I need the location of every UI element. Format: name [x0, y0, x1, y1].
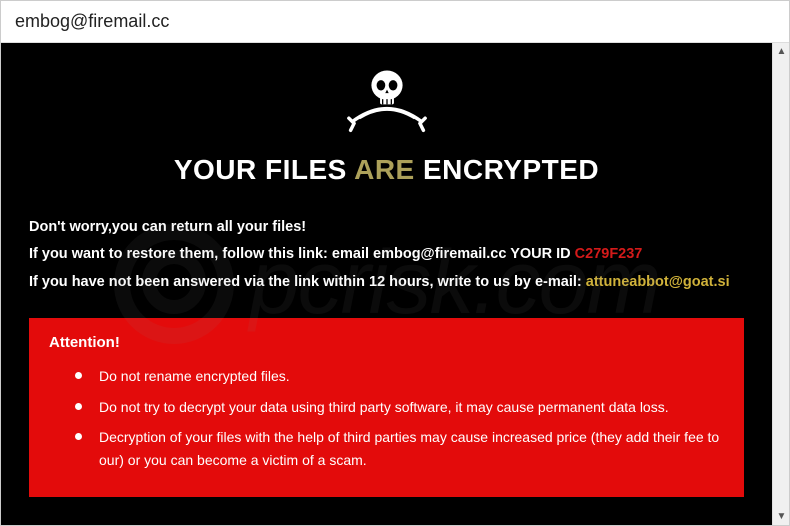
primary-email: embog@firemail.cc [373, 246, 506, 262]
attention-title: Attention! [49, 334, 724, 351]
restore-pre: If you want to restore them, follow this… [29, 246, 332, 262]
list-item: Do not rename encrypted files. [81, 361, 724, 391]
heading-part2: ENCRYPTED [415, 154, 599, 185]
window-frame: embog@firemail.cc pcrisk.com [0, 0, 790, 526]
chevron-up-icon: ▲ [777, 46, 787, 57]
vertical-scrollbar[interactable]: ▲ ▼ [772, 43, 789, 525]
user-id: C279F237 [575, 246, 643, 262]
scroll-down-button[interactable]: ▼ [773, 508, 790, 525]
attention-list: Do not rename encrypted files. Do not tr… [49, 361, 724, 475]
your-id-label: YOUR ID [506, 246, 574, 262]
main-heading: YOUR FILES ARE ENCRYPTED [29, 154, 744, 186]
scroll-up-button[interactable]: ▲ [773, 43, 790, 60]
attention-box: Attention! Do not rename encrypted files… [29, 318, 744, 497]
skull-and-swords-icon [342, 61, 432, 144]
fallback-line: If you have not been answered via the li… [29, 269, 744, 297]
window-titlebar[interactable]: embog@firemail.cc [1, 1, 789, 43]
fallback-pre: If you have not been answered via the li… [29, 274, 586, 290]
skull-row [29, 61, 744, 144]
heading-accent: ARE [354, 154, 415, 185]
chevron-down-icon: ▼ [777, 511, 787, 522]
restore-line: If you want to restore them, follow this… [29, 241, 744, 269]
ransom-note-panel: pcrisk.com [1, 43, 772, 525]
list-item: Do not try to decrypt your data using th… [81, 392, 724, 422]
intro-line: Don't worry,you can return all your file… [29, 214, 744, 242]
secondary-email: attuneabbot@goat.si [586, 274, 730, 290]
window-title: embog@firemail.cc [15, 11, 169, 32]
email-label: email [332, 246, 373, 262]
list-item: Decryption of your files with the help o… [81, 422, 724, 475]
heading-part1: YOUR FILES [174, 154, 354, 185]
content-area: pcrisk.com [1, 43, 789, 525]
body-text: Don't worry,you can return all your file… [29, 214, 744, 297]
